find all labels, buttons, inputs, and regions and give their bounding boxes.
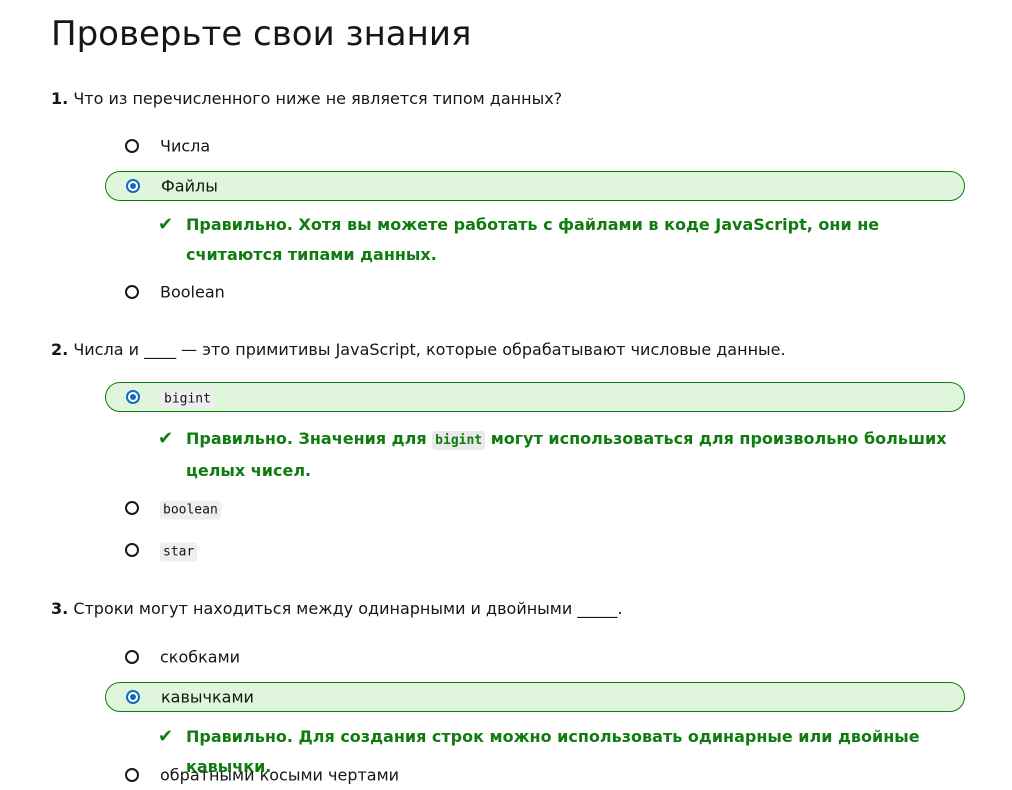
option-code: bigint xyxy=(161,389,214,409)
question-3-option-3[interactable]: обратными косыми чертами xyxy=(105,760,965,790)
option-label: star xyxy=(160,541,198,562)
question-number: 3. xyxy=(51,599,69,618)
checkmark-icon: ✔ xyxy=(158,428,174,449)
feedback-code: bigint xyxy=(432,431,486,450)
radio-button[interactable] xyxy=(125,768,139,782)
radio-button-selected[interactable] xyxy=(126,690,140,704)
option-label: обратными косыми чертами xyxy=(160,765,400,785)
checkmark-icon: ✔ xyxy=(158,214,174,235)
option-label: скобками xyxy=(160,647,241,667)
radio-button[interactable] xyxy=(125,543,139,557)
question-text: Числа и ____ — это примитивы JavaScript,… xyxy=(73,340,786,359)
question-3-option-1[interactable]: скобками xyxy=(105,642,965,672)
question-2-option-2[interactable]: boolean xyxy=(105,493,965,523)
option-label: boolean xyxy=(160,499,221,520)
question-1-option-3[interactable]: Boolean xyxy=(105,277,965,307)
radio-button[interactable] xyxy=(125,285,139,299)
question-number: 2. xyxy=(51,340,69,359)
question-2-feedback: ✔ Правильно. Значения для bigint могут и… xyxy=(158,424,958,486)
feedback-text: Правильно. Хотя вы можете работать с фай… xyxy=(186,215,880,264)
option-label: Числа xyxy=(160,136,211,156)
option-code: boolean xyxy=(160,500,221,520)
question-1-option-2[interactable]: Файлы xyxy=(105,171,965,201)
question-number: 1. xyxy=(51,89,69,108)
question-1: 1. Что из перечисленного ниже не являетс… xyxy=(51,87,562,111)
question-1-option-1[interactable]: Числа xyxy=(105,131,965,161)
question-text: Строки могут находиться между одинарными… xyxy=(73,599,623,618)
question-2-option-1[interactable]: bigint xyxy=(105,382,965,412)
feedback-text-start: Правильно. Значения для xyxy=(186,429,427,448)
radio-button-selected[interactable] xyxy=(126,179,140,193)
radio-button[interactable] xyxy=(125,650,139,664)
radio-button[interactable] xyxy=(125,139,139,153)
question-2: 2. Числа и ____ — это примитивы JavaScri… xyxy=(51,338,786,362)
question-3: 3. Строки могут находиться между одинарн… xyxy=(51,597,622,621)
option-label: Файлы xyxy=(161,176,218,196)
page-title: Проверьте свои знания xyxy=(51,14,472,54)
radio-button-selected[interactable] xyxy=(126,390,140,404)
option-label: bigint xyxy=(161,388,214,409)
checkmark-icon: ✔ xyxy=(158,726,174,747)
question-3-option-2[interactable]: кавычками xyxy=(105,682,965,712)
radio-button[interactable] xyxy=(125,501,139,515)
option-label: кавычками xyxy=(161,687,254,707)
option-label: Boolean xyxy=(160,282,225,302)
question-text: Что из перечисленного ниже не является т… xyxy=(73,89,563,108)
option-code: star xyxy=(160,542,198,562)
question-2-option-3[interactable]: star xyxy=(105,535,965,565)
feedback-text: Правильно. Значения для bigint могут исп… xyxy=(158,424,958,486)
question-1-feedback: ✔ Правильно. Хотя вы можете работать с ф… xyxy=(158,210,958,270)
